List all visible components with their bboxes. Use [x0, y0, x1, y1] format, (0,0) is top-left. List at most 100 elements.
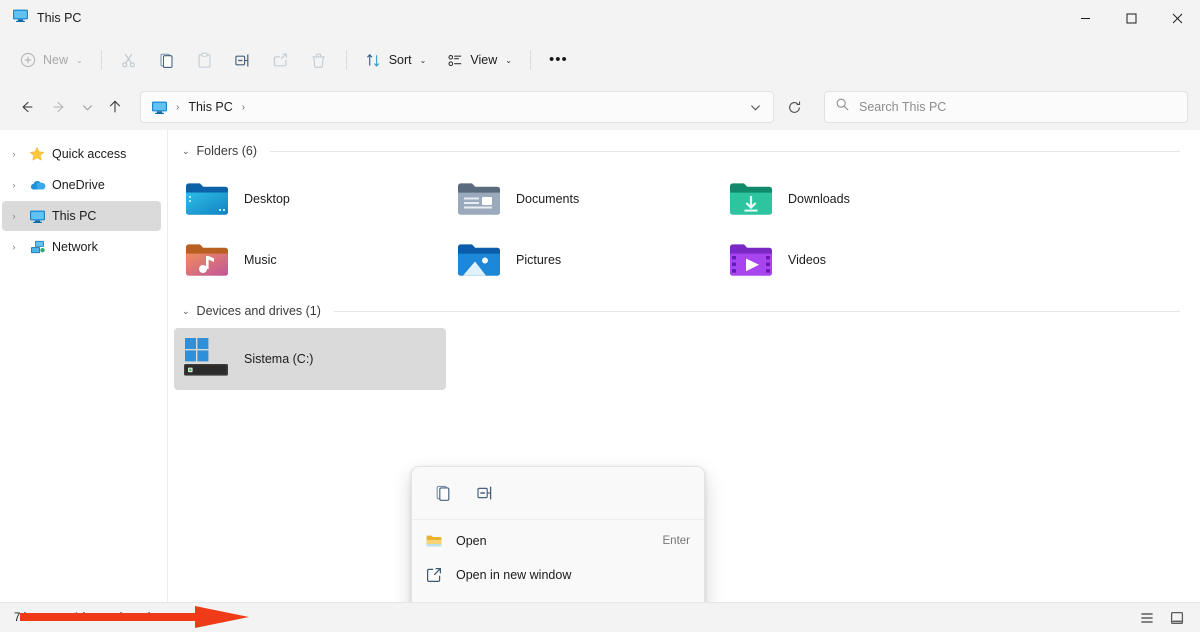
breadcrumb: › This PC › [151, 97, 741, 117]
status-item-count: 7 items [14, 612, 51, 624]
folder-tile-label: Music [244, 253, 277, 267]
sidebar-item-this-pc[interactable]: › This PC [2, 201, 161, 231]
star-icon [28, 145, 46, 163]
scissors-icon [120, 51, 138, 69]
ellipsis-icon: ••• [549, 55, 568, 65]
folder-tile-desktop[interactable]: Desktop [174, 168, 446, 229]
address-bar[interactable]: › This PC › [140, 91, 774, 123]
network-icon [28, 238, 46, 256]
breadcrumb-item-this-pc[interactable]: This PC [183, 97, 237, 117]
folders-group-header[interactable]: ⌄ Folders (6) [168, 138, 1200, 164]
sidebar-item-quick-access[interactable]: › Quick access [2, 139, 161, 169]
window-title: This PC [37, 11, 81, 25]
chevron-right-icon[interactable]: › [6, 211, 22, 221]
chevron-right-icon[interactable]: › [6, 149, 22, 159]
copy-icon [158, 51, 176, 69]
window-controls [1062, 0, 1200, 36]
folder-tile-downloads[interactable]: Downloads [718, 168, 990, 229]
folder-tile-videos[interactable]: Videos [718, 229, 990, 290]
share-icon [272, 51, 290, 69]
copy-button[interactable] [149, 44, 185, 76]
folder-tile-music[interactable]: Music [174, 229, 446, 290]
bitlocker-lock-icon [424, 599, 444, 602]
address-bar-actions [741, 94, 769, 120]
context-copy-button[interactable] [424, 477, 462, 509]
folder-tile-label: Documents [516, 192, 579, 206]
command-bar: New ⌄ [0, 36, 1200, 84]
cut-button[interactable] [111, 44, 147, 76]
minimize-button[interactable] [1062, 0, 1108, 36]
plus-circle-icon [19, 51, 37, 69]
sidebar-item-network[interactable]: › Network [2, 232, 161, 262]
delete-button[interactable] [301, 44, 337, 76]
folder-tile-label: Videos [788, 253, 826, 267]
context-item-open[interactable]: Open Enter [416, 524, 700, 558]
open-new-window-icon [424, 565, 444, 585]
sidebar-item-label: Network [52, 240, 98, 254]
folder-tile-label: Pictures [516, 253, 561, 267]
close-button[interactable] [1154, 0, 1200, 36]
paste-button[interactable] [187, 44, 223, 76]
sidebar-item-label: This PC [52, 209, 96, 223]
large-icons-view-button[interactable] [1164, 607, 1190, 629]
chevron-down-icon: ⌄ [505, 56, 512, 65]
drives-tile-grid: Sistema (C:) [168, 324, 1200, 390]
back-button[interactable] [12, 92, 42, 122]
folder-tile-label: Desktop [244, 192, 290, 206]
folder-tile-pictures[interactable]: Pictures [446, 229, 718, 290]
documents-folder-icon [454, 174, 504, 224]
new-button[interactable]: New ⌄ [10, 44, 92, 76]
sort-arrows-icon [365, 51, 383, 69]
context-item-label: Open [456, 534, 651, 548]
view-button[interactable]: View ⌄ [437, 44, 521, 76]
context-item-open-in-new-window[interactable]: Open in new window [416, 558, 700, 592]
context-item-label: Open in new window [456, 568, 678, 582]
breadcrumb-separator-end[interactable]: › [240, 102, 247, 113]
view-button-label: View [470, 53, 497, 67]
this-pc-monitor-icon [28, 207, 46, 225]
rename-button[interactable] [225, 44, 261, 76]
context-rename-button[interactable] [466, 477, 504, 509]
chevron-down-icon[interactable]: ⌄ [182, 306, 190, 317]
sidebar-item-onedrive[interactable]: › OneDrive [2, 170, 161, 200]
desktop-folder-icon [182, 174, 232, 224]
details-view-button[interactable] [1134, 607, 1160, 629]
context-item-turn-on-bitlocker[interactable]: Turn on BitLocker [416, 592, 700, 602]
status-bar: 7 items 1 item selected [0, 602, 1200, 632]
maximize-button[interactable] [1108, 0, 1154, 36]
chevron-down-icon: ⌄ [76, 56, 83, 65]
windows-drive-icon [182, 336, 232, 382]
address-dropdown-button[interactable] [741, 94, 769, 120]
sort-button[interactable]: Sort ⌄ [356, 44, 436, 76]
drive-tile-sistema-c[interactable]: Sistema (C:) [174, 328, 446, 390]
search-input[interactable] [859, 100, 1177, 114]
folder-tile-documents[interactable]: Documents [446, 168, 718, 229]
chevron-right-icon[interactable]: › [6, 242, 22, 252]
this-pc-monitor-icon [12, 7, 29, 29]
recent-locations-button[interactable] [76, 92, 98, 122]
chevron-down-icon[interactable]: ⌄ [182, 146, 190, 157]
search-box[interactable] [824, 91, 1188, 123]
folder-tile-label: Downloads [788, 192, 850, 206]
context-menu: Open Enter Open in new window [411, 466, 705, 602]
chevron-right-icon[interactable]: › [6, 180, 22, 190]
forward-button[interactable] [44, 92, 74, 122]
pictures-folder-icon [454, 235, 504, 285]
refresh-button[interactable] [778, 92, 810, 122]
sidebar-item-label: OneDrive [52, 178, 105, 192]
up-button[interactable] [100, 92, 130, 122]
share-button[interactable] [263, 44, 299, 76]
address-bar-row: › This PC › [0, 84, 1200, 130]
music-folder-icon [182, 235, 232, 285]
group-divider [334, 311, 1180, 312]
rename-icon [234, 51, 252, 69]
drives-group-label: Devices and drives (1) [197, 304, 321, 318]
downloads-folder-icon [726, 174, 776, 224]
sidebar-item-label: Quick access [52, 147, 126, 161]
view-list-icon [446, 51, 464, 69]
more-options-button[interactable]: ••• [540, 44, 577, 76]
drives-group-header[interactable]: ⌄ Devices and drives (1) [168, 298, 1200, 324]
videos-folder-icon [726, 235, 776, 285]
search-icon [835, 97, 850, 117]
context-menu-items: Open Enter Open in new window [412, 520, 704, 602]
